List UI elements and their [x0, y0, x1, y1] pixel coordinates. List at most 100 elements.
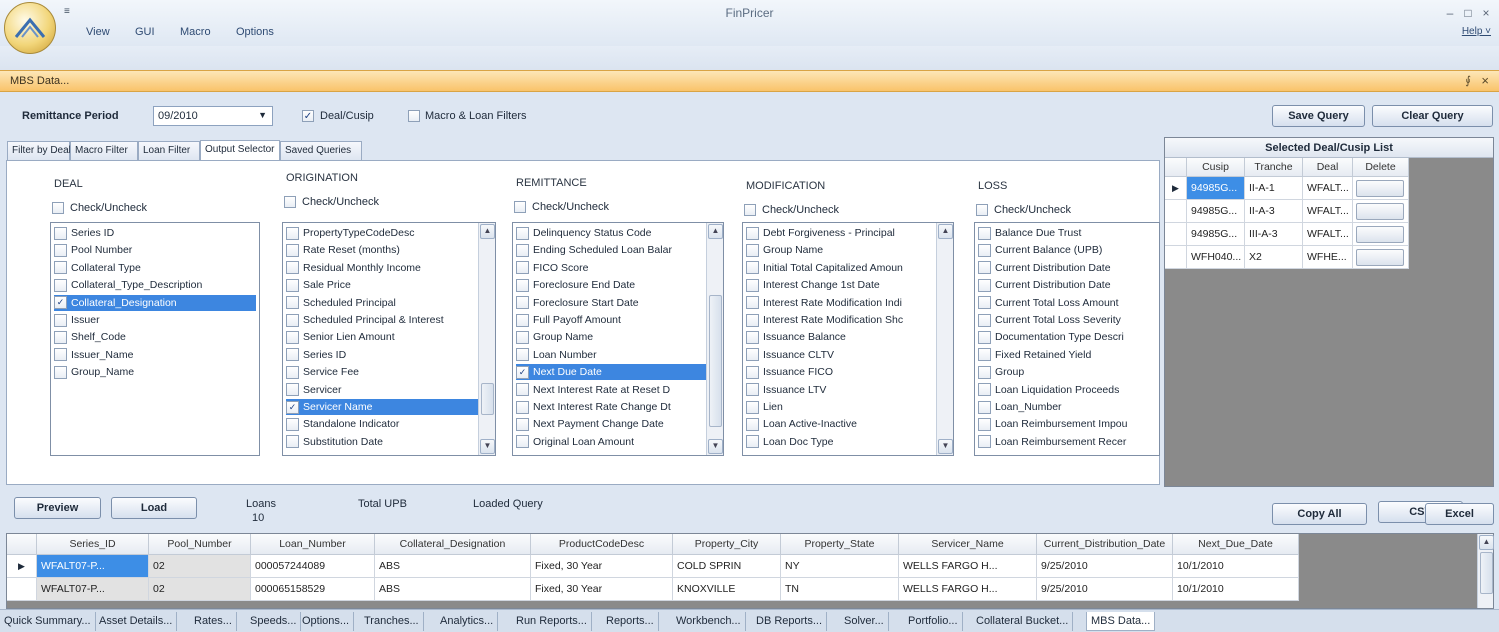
- close-icon[interactable]: ×: [1477, 6, 1495, 20]
- list-item[interactable]: ✓ Next Due Date: [516, 364, 706, 381]
- results-cell[interactable]: Fixed, 30 Year: [531, 555, 673, 578]
- load-button[interactable]: Load: [111, 497, 197, 519]
- column-header-loan-number[interactable]: Loan_Number: [251, 534, 375, 555]
- item-checkbox[interactable]: [516, 348, 529, 362]
- item-checkbox[interactable]: [54, 365, 67, 379]
- list-item[interactable]: Debt Forgiveness - Principal: [746, 225, 936, 241]
- deal-check-uncheck-checkbox[interactable]: [52, 202, 64, 214]
- list-item[interactable]: Substitution Date: [286, 434, 478, 450]
- doc-tab-workbench[interactable]: Workbench...: [672, 612, 746, 631]
- item-checkbox[interactable]: [516, 400, 529, 414]
- column-header-pool-number[interactable]: Pool_Number: [149, 534, 251, 555]
- results-cell[interactable]: 000057244089: [251, 555, 375, 578]
- list-item[interactable]: Residual Monthly Income: [286, 260, 478, 276]
- item-checkbox[interactable]: [746, 383, 759, 397]
- selected-list-cell[interactable]: WFALT...: [1303, 177, 1353, 200]
- item-checkbox[interactable]: [54, 313, 67, 327]
- doc-tab-speeds[interactable]: Speeds...: [246, 612, 302, 631]
- scroll-up-icon[interactable]: ▲: [938, 224, 953, 239]
- item-checkbox[interactable]: [516, 330, 529, 344]
- doc-tab-tranches[interactable]: Tranches...: [360, 612, 424, 631]
- list-item[interactable]: Group Name: [516, 329, 706, 345]
- results-cell[interactable]: TN: [781, 578, 899, 601]
- list-item[interactable]: Current Balance (UPB): [978, 242, 1156, 258]
- item-checkbox[interactable]: [54, 330, 67, 344]
- list-item[interactable]: ✓ Servicer Name: [286, 399, 478, 415]
- list-item[interactable]: Loan Liquidation Proceeds: [978, 382, 1156, 398]
- loss-field-list[interactable]: Balance Due Trust Current Balance (UPB) Cu…: [974, 222, 1160, 456]
- list-item[interactable]: Next Payment Change Date: [516, 416, 706, 432]
- list-item[interactable]: Pool Number: [54, 242, 256, 258]
- list-item[interactable]: Shelf_Code: [54, 329, 256, 345]
- item-checkbox[interactable]: [54, 348, 67, 362]
- item-checkbox[interactable]: [746, 417, 759, 431]
- list-item[interactable]: Loan Reimbursement Recer: [978, 434, 1156, 450]
- list-item[interactable]: Loan Number: [516, 347, 706, 363]
- item-checkbox[interactable]: [978, 400, 991, 414]
- results-cell[interactable]: COLD SPRIN: [673, 555, 781, 578]
- results-cell[interactable]: WFALT07-P...: [37, 578, 149, 601]
- list-item[interactable]: Loan_Number: [978, 399, 1156, 415]
- results-cell[interactable]: 9/25/2010: [1037, 578, 1173, 601]
- selected-list-cell[interactable]: 94985G...: [1187, 177, 1245, 200]
- delete-row-button[interactable]: [1356, 226, 1404, 243]
- loss-check-uncheck-checkbox[interactable]: [976, 204, 988, 216]
- item-checkbox[interactable]: [286, 226, 299, 240]
- macro-loan-filters-checkbox[interactable]: [408, 110, 420, 122]
- menu-macro[interactable]: Macro: [180, 26, 211, 38]
- list-item[interactable]: Interest Change 1st Date: [746, 277, 936, 293]
- item-checkbox[interactable]: [516, 313, 529, 327]
- selected-list-cell[interactable]: III-A-3: [1245, 223, 1303, 246]
- delete-row-button[interactable]: [1356, 180, 1404, 197]
- item-checkbox[interactable]: [516, 243, 529, 257]
- column-header-property-state[interactable]: Property_State: [781, 534, 899, 555]
- results-cell[interactable]: 10/1/2010: [1173, 578, 1299, 601]
- list-item[interactable]: Loan Active-Inactive: [746, 416, 936, 432]
- list-item[interactable]: Delinquency Status Code: [516, 225, 706, 241]
- list-item[interactable]: Series ID: [286, 347, 478, 363]
- scroll-thumb[interactable]: [709, 295, 722, 427]
- column-header-servicer-name[interactable]: Servicer_Name: [899, 534, 1037, 555]
- doc-tab-mbs-data[interactable]: MBS Data...: [1086, 612, 1156, 631]
- item-checkbox[interactable]: ✓: [54, 296, 67, 310]
- list-item[interactable]: Issuer: [54, 312, 256, 328]
- list-item[interactable]: Documentation Type Descri: [978, 329, 1156, 345]
- list-item[interactable]: Next Interest Rate at Reset D: [516, 382, 706, 398]
- deal-field-list[interactable]: Series ID Pool Number Collateral Type Colla…: [50, 222, 260, 456]
- list-item[interactable]: Interest Rate Modification Shc: [746, 312, 936, 328]
- copy-all-button[interactable]: Copy All: [1272, 503, 1367, 525]
- list-item[interactable]: Balance Due Trust: [978, 225, 1156, 241]
- list-item[interactable]: Issuance LTV: [746, 382, 936, 398]
- column-header-series-id[interactable]: Series_ID: [37, 534, 149, 555]
- item-checkbox[interactable]: [978, 330, 991, 344]
- item-checkbox[interactable]: [286, 330, 299, 344]
- list-item[interactable]: Interest Rate Modification Indi: [746, 295, 936, 311]
- list-item[interactable]: Sale Price: [286, 277, 478, 293]
- scroll-up-icon[interactable]: ▲: [708, 224, 723, 239]
- item-checkbox[interactable]: [746, 330, 759, 344]
- item-checkbox[interactable]: [746, 435, 759, 449]
- item-checkbox[interactable]: [516, 261, 529, 275]
- results-cell[interactable]: KNOXVILLE: [673, 578, 781, 601]
- doc-tab-db-reports[interactable]: DB Reports...: [752, 612, 828, 631]
- list-item[interactable]: Servicer: [286, 382, 478, 398]
- list-item[interactable]: Foreclosure End Date: [516, 277, 706, 293]
- doc-tab-reports[interactable]: Reports...: [602, 612, 659, 631]
- save-query-button[interactable]: Save Query: [1272, 105, 1365, 127]
- clear-query-button[interactable]: Clear Query: [1372, 105, 1493, 127]
- selected-list-cell[interactable]: WFALT...: [1303, 200, 1353, 223]
- column-header-current-distribution-date[interactable]: Current_Distribution_Date: [1037, 534, 1173, 555]
- list-item[interactable]: Group: [978, 364, 1156, 380]
- remittance-period-select[interactable]: 09/2010 ▼: [153, 106, 273, 126]
- item-checkbox[interactable]: [516, 383, 529, 397]
- delete-row-button[interactable]: [1356, 249, 1404, 266]
- item-checkbox[interactable]: [54, 243, 67, 257]
- list-item[interactable]: Rate Reset (months): [286, 242, 478, 258]
- row-selector[interactable]: ▶: [7, 555, 37, 578]
- scroll-down-icon[interactable]: ▼: [938, 439, 953, 454]
- item-checkbox[interactable]: ✓: [286, 400, 299, 414]
- doc-tab-options[interactable]: Options...: [298, 612, 355, 631]
- column-header-property-city[interactable]: Property_City: [673, 534, 781, 555]
- item-checkbox[interactable]: [746, 400, 759, 414]
- item-checkbox[interactable]: [978, 348, 991, 362]
